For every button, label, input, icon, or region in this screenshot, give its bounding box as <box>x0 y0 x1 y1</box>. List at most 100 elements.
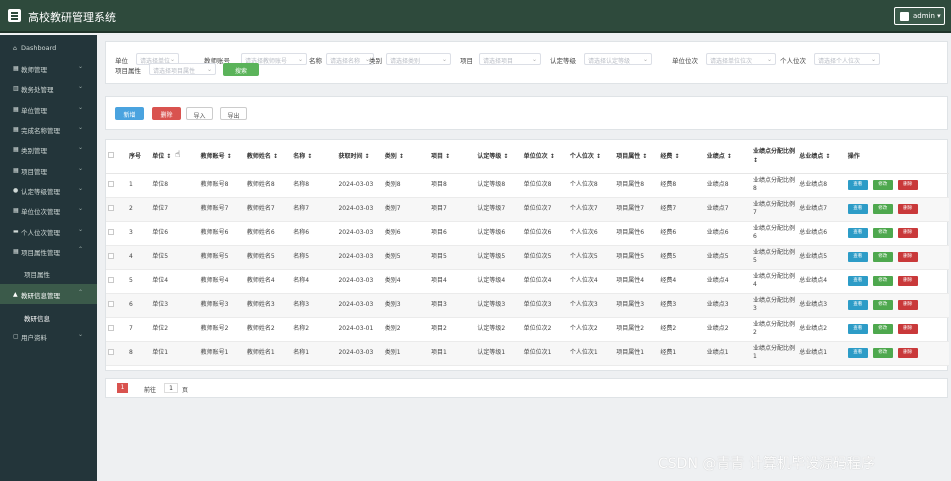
sidebar-item[interactable]: ▦ 教师管理 ⌄ <box>0 58 97 78</box>
sidebar-item[interactable]: ▥ 教务处管理 ⌄ <box>0 78 97 98</box>
column-header[interactable]: 操作 <box>845 140 949 174</box>
sidebar-item-user-profile[interactable]: ▢ 用户资料 ⌄ <box>0 326 97 346</box>
add-button[interactable]: 新增 <box>115 107 144 120</box>
select-input[interactable]: 请选择单位位次 ⌄ <box>706 53 776 65</box>
sidebar-subitem-research-info[interactable]: 教研信息 <box>0 308 97 326</box>
view-button[interactable]: 查看 <box>847 180 868 190</box>
row-delete-button[interactable]: 删除 <box>897 252 918 262</box>
table-cell: 4 <box>127 245 151 270</box>
checkbox[interactable] <box>108 228 114 235</box>
column-header[interactable]: 项目 ↕ <box>429 140 476 174</box>
select-input[interactable]: 请选择名称 ⌄ <box>326 53 374 65</box>
row-delete-button[interactable]: 删除 <box>897 348 918 358</box>
page-input[interactable]: 1 <box>164 383 178 393</box>
edit-button[interactable]: 修改 <box>872 300 893 310</box>
column-header[interactable]: 经费 ↕ <box>658 140 705 174</box>
user-menu-button[interactable]: admin ▾ <box>894 7 945 25</box>
edit-button[interactable]: 修改 <box>872 252 893 262</box>
column-header[interactable]: 教师账号 ↕ <box>198 140 245 174</box>
edit-button[interactable]: 修改 <box>872 348 893 358</box>
select-input[interactable]: 请选择个人位次 ⌄ <box>814 53 880 65</box>
checkbox[interactable] <box>108 276 114 283</box>
view-button[interactable]: 查看 <box>847 276 868 286</box>
edit-button[interactable]: 修改 <box>872 324 893 334</box>
checkbox[interactable] <box>108 180 114 187</box>
search-button[interactable]: 搜索 <box>223 63 259 76</box>
table-row[interactable]: 5 单位4 教师账号4 教师姓名4 名称4 2024-03-03 类别4 项目4 认定等级4 单位… <box>106 269 949 294</box>
column-header[interactable]: 业绩点 ↕ <box>704 140 751 174</box>
column-header[interactable]: 类别 ↕ <box>382 140 430 174</box>
column-header[interactable]: 个人位次 ↕ <box>567 140 615 174</box>
column-header[interactable]: 总业绩点 ↕ <box>797 140 846 174</box>
field-label: 类别 <box>369 57 382 65</box>
row-delete-button[interactable]: 删除 <box>897 300 918 310</box>
table-row[interactable]: 2 单位7 教师账号7 教师姓名7 名称7 2024-03-03 类别7 项目7 认定等级7 单位… <box>106 197 949 222</box>
delete-button[interactable]: 删除 <box>152 107 181 120</box>
table-row[interactable]: 7 单位2 教师账号2 教师姓名2 名称2 2024-03-01 类别2 项目2 认定等级2 单位… <box>106 317 949 342</box>
edit-button[interactable]: 修改 <box>872 204 893 214</box>
table-row[interactable]: 8 单位1 教师账号1 教师姓名1 名称1 2024-03-03 类别1 项目1 认定等级1 单位… <box>106 341 949 366</box>
column-header[interactable]: 序号 <box>127 140 151 174</box>
table-row[interactable]: 4 单位5 教师账号5 教师姓名5 名称5 2024-03-03 类别5 项目5 认定等级5 单位… <box>106 245 949 270</box>
view-button[interactable]: 查看 <box>847 348 868 358</box>
row-delete-button[interactable]: 删除 <box>897 204 918 214</box>
sidebar-item[interactable]: ● 认定等级管理 ⌄ <box>0 180 97 200</box>
checkbox[interactable] <box>108 252 114 259</box>
column-header[interactable]: 认定等级 ↕ <box>475 140 522 174</box>
sidebar-item-research-info[interactable]: ▲ 教研信息管理 ⌃ <box>0 284 97 304</box>
column-header[interactable]: 获取时间 ↕ <box>336 140 383 174</box>
row-delete-button[interactable]: 删除 <box>897 276 918 286</box>
select-all-checkbox-cell[interactable] <box>106 140 128 174</box>
select-input[interactable]: 请选择类别 ⌄ <box>386 53 451 65</box>
menu-icon[interactable] <box>8 9 21 22</box>
edit-button[interactable]: 修改 <box>872 228 893 238</box>
sidebar-item[interactable]: ▦ 单位管理 ⌄ <box>0 99 97 119</box>
column-header[interactable]: 教师姓名 ↕ <box>244 140 292 174</box>
checkbox[interactable] <box>108 348 114 355</box>
checkbox[interactable] <box>108 300 114 307</box>
view-button[interactable]: 查看 <box>847 204 868 214</box>
view-button[interactable]: 查看 <box>847 324 868 334</box>
sidebar-item[interactable]: ▦ 类别管理 ⌄ <box>0 139 97 159</box>
page-current-button[interactable]: 1 <box>117 383 128 393</box>
row-checkbox-cell[interactable] <box>106 269 128 294</box>
edit-button[interactable]: 修改 <box>872 180 893 190</box>
row-delete-button[interactable]: 删除 <box>897 180 918 190</box>
column-header[interactable]: 名称 ↕ <box>291 140 337 174</box>
select-input[interactable]: 请选择项目 ⌄ <box>479 53 541 65</box>
view-button[interactable]: 查看 <box>847 300 868 310</box>
column-header[interactable]: 业绩点分配比例 ↕ <box>751 140 798 174</box>
select-input[interactable]: 请选择项目属性 ⌄ <box>149 63 216 75</box>
checkbox[interactable] <box>108 204 114 211</box>
view-button[interactable]: 查看 <box>847 252 868 262</box>
column-header[interactable]: 项目属性 ↕ <box>614 140 659 174</box>
sidebar-item[interactable]: ▦ 项目管理 ⌄ <box>0 160 97 180</box>
sidebar-item[interactable]: ⌂ Dashboard <box>0 38 97 58</box>
column-header[interactable]: 单位位次 ↕ <box>521 140 568 174</box>
import-button[interactable]: 导入 <box>186 107 213 120</box>
table-row[interactable]: 3 单位6 教师账号6 教师姓名6 名称6 2024-03-03 类别6 项目6 认定等级6 单位… <box>106 221 949 246</box>
export-button[interactable]: 导出 <box>220 107 247 120</box>
sidebar-item[interactable]: ▦ 单位位次管理 ⌄ <box>0 200 97 220</box>
row-checkbox-cell[interactable] <box>106 221 128 246</box>
edit-button[interactable]: 修改 <box>872 276 893 286</box>
row-checkbox-cell[interactable] <box>106 293 128 318</box>
row-checkbox-cell[interactable] <box>106 317 128 342</box>
view-button[interactable]: 查看 <box>847 228 868 238</box>
table-row[interactable]: 6 单位3 教师账号3 教师姓名3 名称3 2024-03-03 类别3 项目3 认定等级3 单位… <box>106 293 949 318</box>
row-checkbox-cell[interactable] <box>106 173 128 198</box>
sidebar-subitem-project-attr[interactable]: 项目属性 <box>0 264 97 282</box>
field-label: 名称 <box>309 57 322 65</box>
select-input[interactable]: 请选择认定等级 ⌄ <box>584 53 652 65</box>
checkbox[interactable] <box>108 324 114 331</box>
sidebar-item[interactable]: ▦ 完成名称管理 ⌄ <box>0 119 97 139</box>
row-delete-button[interactable]: 删除 <box>897 324 918 334</box>
row-checkbox-cell[interactable] <box>106 197 128 222</box>
checkbox[interactable] <box>108 151 114 158</box>
sidebar-item[interactable]: ▦ 项目属性管理 ⌃ <box>0 241 97 261</box>
row-delete-button[interactable]: 删除 <box>897 228 918 238</box>
row-checkbox-cell[interactable] <box>106 245 128 270</box>
sidebar-item[interactable]: ▬ 个人位次管理 ⌄ <box>0 221 97 241</box>
row-checkbox-cell[interactable] <box>106 341 128 366</box>
table-row[interactable]: 1 单位8 教师账号8 教师姓名8 名称8 2024-03-03 类别8 项目8 认定等级8 单位… <box>106 173 949 198</box>
